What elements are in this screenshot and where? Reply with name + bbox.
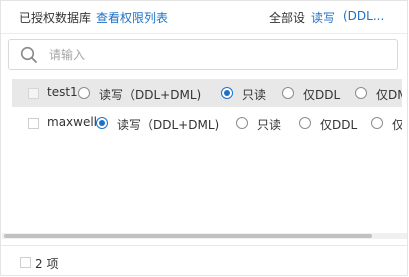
option-label: 只读 <box>257 118 282 132</box>
search-icon <box>20 46 37 63</box>
panel-title: 已授权数据库 <box>19 11 92 25</box>
item-count: 2 项 <box>35 257 59 271</box>
database-name: maxwell <box>47 115 98 129</box>
select-all-checkbox[interactable] <box>20 257 31 268</box>
panel-footer: 2 项 <box>1 245 407 277</box>
list-item: maxwell 读写（DDL+DML) 只读 仅DDL 仅 <box>12 109 402 137</box>
option-label: 读写（DDL+DML) <box>117 118 220 132</box>
radio-button[interactable] <box>236 117 248 129</box>
radio-button[interactable] <box>282 87 294 99</box>
panel-header: 已授权数据库 查看权限列表 全部设 读写 (DDL... <box>1 1 407 34</box>
set-all-read-write-link[interactable]: 读写 <box>311 9 335 26</box>
radio-button-selected[interactable] <box>96 117 108 129</box>
radio-button[interactable] <box>355 87 367 99</box>
database-name: test1 <box>47 85 78 99</box>
radio-button-selected[interactable] <box>221 87 233 99</box>
horizontal-scrollbar[interactable] <box>2 233 407 239</box>
set-all-label: 全部设 <box>269 11 306 25</box>
view-permission-list-link[interactable]: 查看权限列表 <box>96 9 168 26</box>
option-label: 仅DDL <box>303 88 341 102</box>
database-list: test1 读写（DDL+DML) 只读 仅DDL 仅DM maxwell <box>12 79 402 229</box>
set-all-ddl-link[interactable]: (DDL... <box>343 9 384 23</box>
option-label: 读写（DDL+DML) <box>99 88 202 102</box>
option-label: 只读 <box>242 88 267 102</box>
search-box[interactable] <box>8 39 398 70</box>
radio-button[interactable] <box>371 117 383 129</box>
radio-button[interactable] <box>299 117 311 129</box>
radio-button[interactable] <box>78 87 90 99</box>
option-label: 仅DM <box>376 88 402 102</box>
list-item: test1 读写（DDL+DML) 只读 仅DDL 仅DM <box>12 79 402 107</box>
row-checkbox[interactable] <box>28 88 39 99</box>
option-label: 仅 <box>392 118 402 132</box>
row-checkbox[interactable] <box>28 118 39 129</box>
authorized-db-panel: 已授权数据库 查看权限列表 全部设 读写 (DDL... test1 读写（DD… <box>0 0 408 276</box>
scrollbar-thumb[interactable] <box>4 234 372 238</box>
search-input[interactable] <box>49 45 379 65</box>
option-label: 仅DDL <box>320 118 358 132</box>
